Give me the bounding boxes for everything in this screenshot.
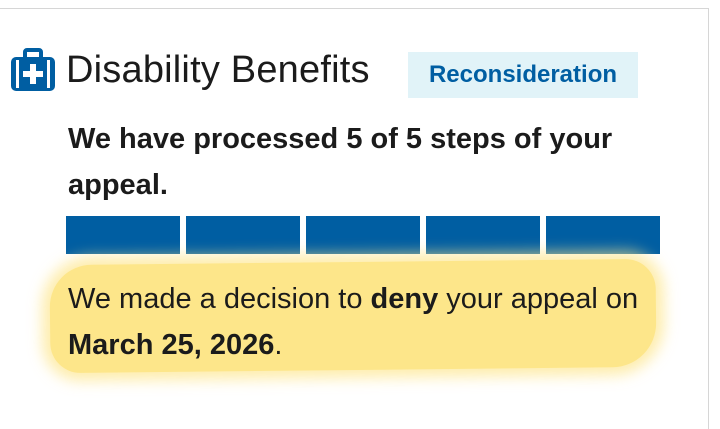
page-title: Disability Benefits <box>66 48 370 91</box>
progress-step <box>546 216 660 254</box>
decision-middle: your appeal on <box>438 283 639 315</box>
progress-bar <box>66 216 660 254</box>
card-header: Disability Benefits <box>8 38 370 102</box>
progress-step <box>186 216 300 254</box>
decision-prefix: We made a decision to <box>68 283 371 315</box>
progress-step <box>426 216 540 254</box>
progress-text: We have processed 5 of 5 steps of your a… <box>68 123 613 201</box>
decision-outcome: deny <box>370 283 439 315</box>
status-badge: Reconsideration <box>408 52 638 98</box>
medical-briefcase-icon <box>11 48 55 91</box>
progress-step <box>66 216 180 254</box>
decision-suffix: . <box>274 329 283 361</box>
decision-date: March 25, 2026 <box>68 329 275 361</box>
progress-step <box>306 216 420 254</box>
decision-text: We made a decision to deny your appeal o… <box>68 276 678 368</box>
